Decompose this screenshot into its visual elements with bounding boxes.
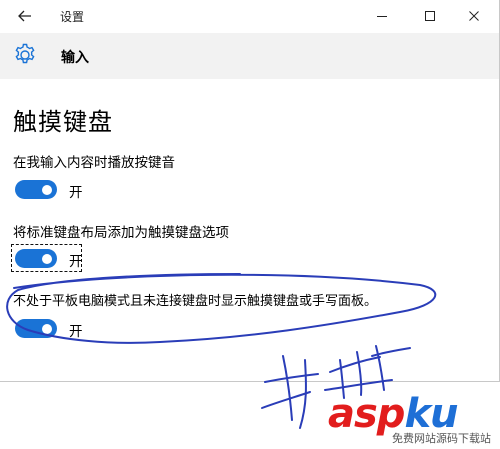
screenshot: 设置 输入 触摸键盘 在我输入内容时播放按键音 开 将标准键盘布局添加为触摸键盘… (0, 0, 500, 449)
settings-window: 设置 输入 触摸键盘 在我输入内容时播放按键音 开 将标准键盘布局添加为触摸键盘… (0, 0, 500, 382)
toggle-knob (42, 323, 52, 334)
setting-label-key-sound: 在我输入内容时播放按键音 (13, 155, 175, 171)
setting-label-standard-layout: 将标准键盘布局添加为触摸键盘选项 (13, 225, 229, 241)
watermark-subtext: 免费网站源码下载站 (392, 432, 491, 445)
page-title: 输入 (61, 50, 89, 66)
toggle-key-sound[interactable] (15, 180, 57, 199)
maximize-button[interactable] (414, 4, 446, 28)
minimize-button[interactable] (366, 4, 398, 28)
toggle-show-touch-keyboard[interactable] (15, 319, 57, 338)
page-header: 输入 (0, 33, 499, 79)
toggle-state-label: 开 (69, 254, 83, 270)
toggle-state-label: 开 (69, 185, 83, 201)
title-bar: 设置 (0, 0, 499, 33)
arrow-left-icon (18, 10, 31, 22)
toggle-standard-layout[interactable] (15, 249, 57, 268)
section-title: 触摸键盘 (13, 108, 113, 136)
toggle-state-label: 开 (69, 324, 83, 340)
close-button[interactable] (458, 4, 490, 28)
minimize-icon (377, 16, 387, 17)
close-icon (469, 11, 479, 21)
toggle-knob (42, 184, 52, 195)
setting-label-show-touch-keyboard: 不处于平板电脑模式且未连接键盘时显示触摸键盘或手写面板。 (13, 294, 378, 309)
back-button[interactable] (12, 5, 38, 27)
window-title: 设置 (60, 10, 85, 24)
watermark-logo: aspku (328, 394, 459, 434)
toggle-knob (42, 253, 52, 264)
gear-icon (15, 43, 35, 64)
maximize-icon (425, 11, 435, 21)
